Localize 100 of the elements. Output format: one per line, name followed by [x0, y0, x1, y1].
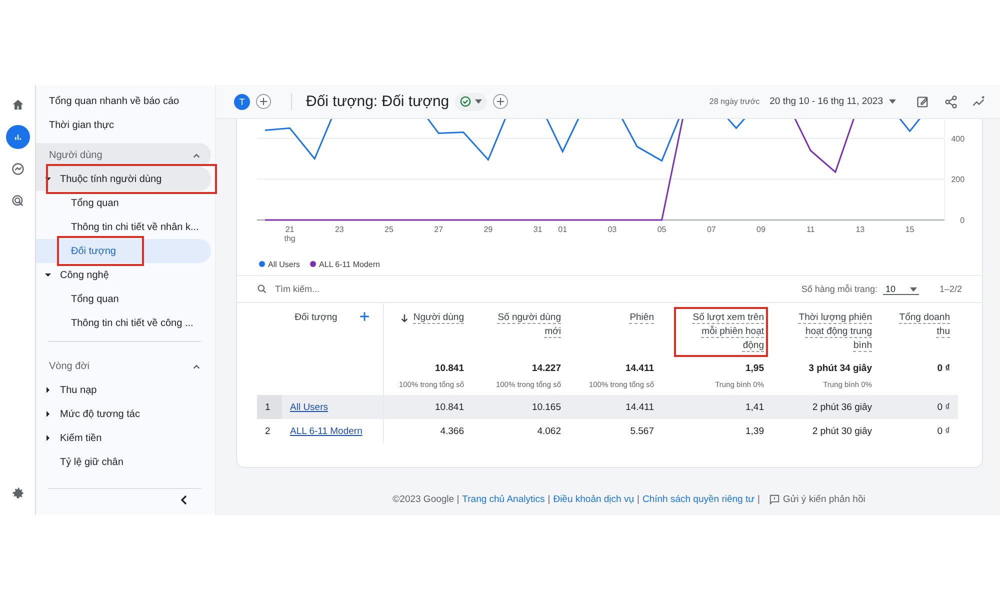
- total-value: 3 phút 34 giây: [808, 363, 872, 374]
- column-header[interactable]: Thời lượng phiên hoạt động trung bình: [772, 303, 880, 359]
- trend-sparkle-icon: [972, 94, 986, 108]
- axis-label: 13: [856, 225, 865, 234]
- plus-icon[interactable]: [359, 311, 370, 322]
- table-cell-text: 1,39: [744, 424, 765, 438]
- nav-button[interactable]: [6, 125, 30, 149]
- sidebar-folder[interactable]: Mức độ tương tác: [36, 402, 211, 426]
- axis-label: 23: [334, 225, 344, 234]
- table-cell: 0 ₫: [880, 395, 958, 419]
- search-field[interactable]: Tìm kiếm...: [273, 283, 394, 295]
- section-header[interactable]: Vòng đời: [36, 354, 211, 378]
- axis-label: 0: [960, 216, 965, 225]
- sidebar-folder[interactable]: Kiếm tiền: [36, 426, 211, 450]
- rows-per-page-dropdown[interactable]: 10: [883, 284, 920, 294]
- axis-label: 05: [657, 225, 666, 234]
- sidebar-item[interactable]: Tổng quan nhanh về báo cáo: [36, 89, 211, 113]
- avatar[interactable]: T: [234, 94, 250, 110]
- table-cell-text: 5.567: [629, 424, 655, 438]
- footer-link[interactable]: Trang chủ Analytics: [462, 494, 545, 505]
- date-range-button[interactable]: 20 thg 10 - 16 thg 11, 2023: [766, 96, 900, 107]
- caret-icon: [475, 99, 482, 104]
- axis-label: 21 thg: [284, 225, 296, 243]
- axis-label: 31: [533, 225, 542, 234]
- column-header[interactable]: Số lượt xem trên mỗi phiên hoạt động: [662, 303, 772, 359]
- footer-link[interactable]: Chính sách quyền riêng tư: [642, 494, 754, 505]
- axis-label: 25: [384, 225, 394, 234]
- table-cell-text: 4.366: [439, 424, 465, 438]
- home-icon: [10, 98, 24, 112]
- legend-label: ALL 6-11 Modern: [319, 260, 380, 268]
- edit-icon: [916, 94, 930, 108]
- caret-icon: [889, 99, 896, 104]
- collapse-button[interactable]: [179, 495, 189, 505]
- table-cell: 10.165: [472, 395, 569, 419]
- column-header[interactable]: Người dùng: [384, 303, 472, 359]
- check-circle-icon: [460, 96, 472, 107]
- legend-label: All Users: [268, 260, 300, 268]
- sidebar-item[interactable]: Tổng quan: [36, 287, 211, 311]
- total-value: 10.841: [434, 363, 464, 374]
- sort-down-icon: [400, 313, 410, 323]
- sidebar-item[interactable]: Đối tượng: [36, 239, 211, 263]
- table-cell: 1,41: [662, 395, 772, 419]
- footer-text: ©2023 Google |: [392, 494, 460, 505]
- table-cell-text: 0 ₫: [936, 424, 951, 438]
- audience-link[interactable]: All Users: [290, 402, 328, 412]
- page-title: Đối tượng: Đối tượng: [291, 93, 450, 110]
- share-button[interactable]: [944, 94, 958, 108]
- status-dropdown[interactable]: [455, 92, 488, 110]
- audience-link[interactable]: ALL 6-11 Modern: [290, 426, 362, 436]
- rows-per-page-label: Số hàng mỗi trang:: [801, 284, 878, 294]
- total-value: 14.227: [532, 363, 561, 374]
- footer-text: |: [637, 494, 640, 505]
- gauge-icon: [10, 162, 24, 176]
- column-header[interactable]: Phiên: [569, 303, 662, 359]
- sidebar-folder[interactable]: Công nghệ: [36, 263, 211, 287]
- footer-text: |: [757, 494, 760, 505]
- axis-label: 27: [434, 225, 444, 234]
- add-button[interactable]: [493, 94, 508, 109]
- axis-label: 09: [756, 225, 766, 234]
- axis-label: 15: [905, 225, 914, 234]
- feedback-link[interactable]: Gửi ý kiến phản hồi: [782, 494, 866, 505]
- edit-report-button[interactable]: [916, 94, 930, 108]
- plus-icon: [259, 97, 268, 106]
- cursor-target-icon: [10, 194, 24, 208]
- axis-label: 07: [706, 225, 716, 234]
- axis-label: 200: [951, 175, 965, 184]
- sidebar-item[interactable]: Thông tin chi tiết về nhân k...: [36, 215, 211, 239]
- column-header[interactable]: Tổng doanh thu: [880, 303, 958, 359]
- total-value: 0 ₫: [937, 363, 950, 374]
- footer-text: |: [548, 494, 550, 505]
- search-icon: [257, 284, 267, 294]
- plus-icon: [496, 97, 506, 106]
- section-title: Vòng đời: [49, 360, 90, 372]
- sidebar-item[interactable]: Thời gian thực: [36, 113, 211, 137]
- sidebar-item[interactable]: Tỷ lệ giữ chân: [36, 450, 211, 474]
- page-range: 1–2/2: [939, 284, 962, 294]
- column-header[interactable]: Số người dùng mới: [472, 303, 569, 359]
- table-cell: 2 phút 36 giây: [772, 395, 880, 419]
- axis-label: 01: [558, 225, 568, 234]
- footer-link[interactable]: Điều khoản dịch vụ: [553, 494, 634, 505]
- table-cell: 10.841: [384, 395, 472, 419]
- table-cell-text: 4.062: [536, 424, 562, 438]
- total-value: 1,95: [746, 363, 764, 374]
- total-value: 14.411: [625, 363, 654, 374]
- row-index: 1: [257, 395, 282, 419]
- axis-label: 29: [484, 225, 493, 234]
- table-cell: 14.411: [569, 395, 662, 419]
- section-title: Người dùng: [49, 150, 102, 160]
- sidebar-item[interactable]: Tổng quan: [36, 191, 211, 215]
- chevron-left-icon: [179, 495, 189, 505]
- add-button[interactable]: [256, 94, 271, 109]
- table-cell-text: 2 phút 30 giây: [811, 424, 873, 438]
- insights-button[interactable]: [972, 94, 986, 108]
- row-index: 2: [264, 424, 272, 438]
- section-header[interactable]: Người dùng: [36, 143, 211, 167]
- sidebar-folder[interactable]: Thu nạp: [36, 378, 211, 402]
- column-header[interactable]: Đối tượng: [282, 303, 384, 359]
- share-icon: [944, 94, 958, 108]
- sidebar-item[interactable]: Thông tin chi tiết về công ...: [36, 311, 211, 335]
- settings-icon: [10, 486, 24, 500]
